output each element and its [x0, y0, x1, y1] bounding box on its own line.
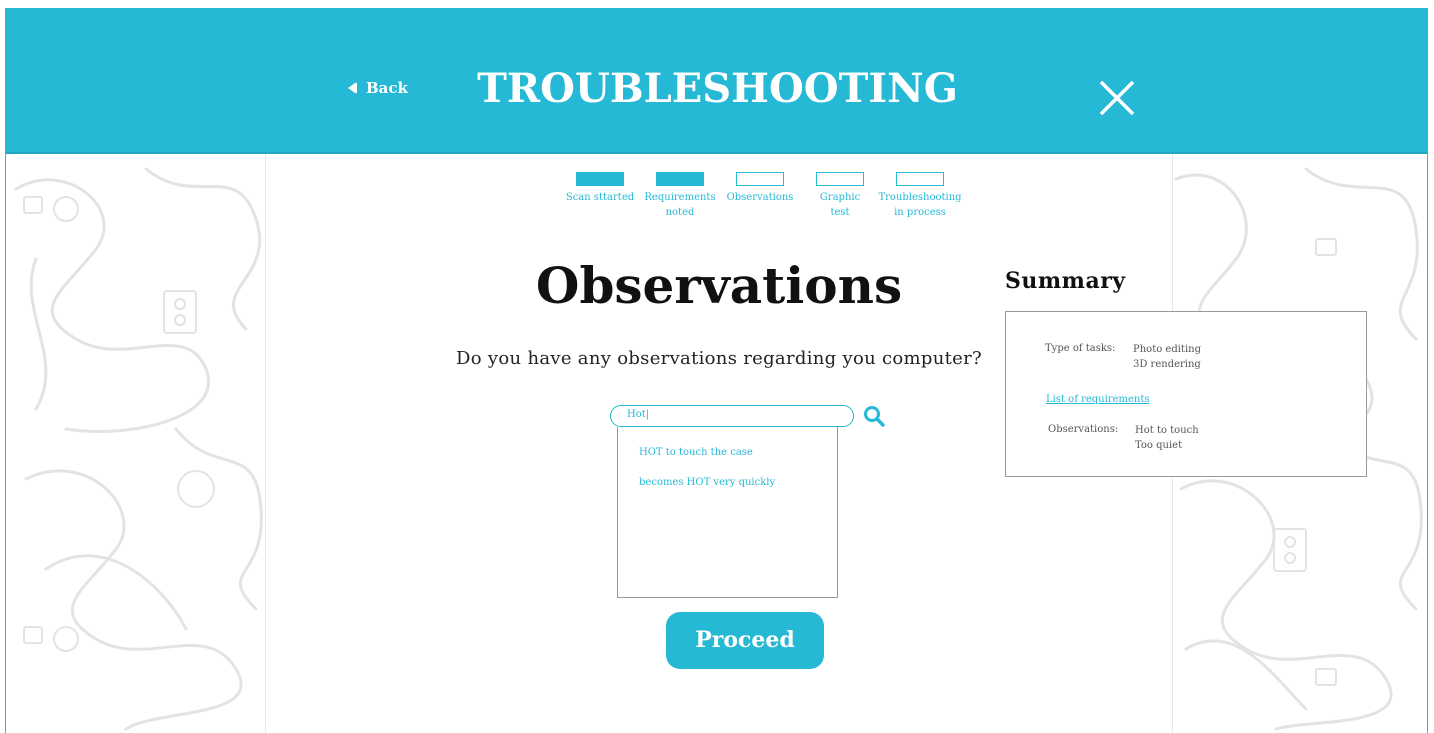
step-indicator [656, 172, 704, 186]
step-indicator [816, 172, 864, 186]
page-title: TROUBLESHOOTING [477, 65, 958, 112]
suggestion-item[interactable]: HOT to touch the case [639, 447, 753, 458]
step-indicator [736, 172, 784, 186]
suggestion-item[interactable]: becomes HOT very quickly [639, 477, 775, 488]
step-label-line2: in process [894, 207, 946, 218]
search-icon[interactable] [862, 404, 886, 428]
step-label-line2: test [830, 207, 850, 218]
proceed-button[interactable]: Proceed [666, 612, 824, 669]
step-indicator [896, 172, 944, 186]
step-observations: Observations [714, 172, 806, 205]
tasks-value: Photo editing [1133, 344, 1201, 355]
step-graphic-test: Graphic test [794, 172, 886, 220]
step-indicator [576, 172, 624, 186]
summary-title: Summary [1005, 268, 1126, 294]
tasks-label: Type of tasks: [1045, 343, 1116, 354]
requirements-link[interactable]: List of requirements [1046, 394, 1150, 405]
step-label: Troubleshooting [878, 192, 962, 203]
app-frame: Back TROUBLESHOOTING Scan sttarted Requi… [5, 8, 1428, 733]
search-input[interactable]: Hot| [610, 405, 854, 427]
observation-value: Hot to touch [1135, 425, 1199, 436]
step-label: Observations [726, 192, 794, 203]
step-scan-started: Scan sttarted [554, 172, 646, 205]
close-icon[interactable] [1098, 79, 1136, 117]
observations-label: Observations: [1048, 424, 1119, 435]
top-bar: Back TROUBLESHOOTING [6, 9, 1427, 154]
step-label: Requirements [644, 192, 716, 203]
summary-panel: Type of tasks: Photo editing 3D renderin… [1005, 311, 1367, 477]
tasks-value: 3D rendering [1133, 359, 1201, 370]
step-troubleshooting: Troubleshooting in process [874, 172, 966, 220]
step-label: Graphic [819, 192, 861, 203]
step-label-line2: noted [665, 207, 695, 218]
step-label: Scan sttarted [565, 192, 635, 203]
step-requirements-noted: Requirements noted [634, 172, 726, 220]
suggestion-dropdown: HOT to touch the case becomes HOT very q… [617, 427, 838, 598]
observation-value: Too quiet [1135, 440, 1183, 451]
